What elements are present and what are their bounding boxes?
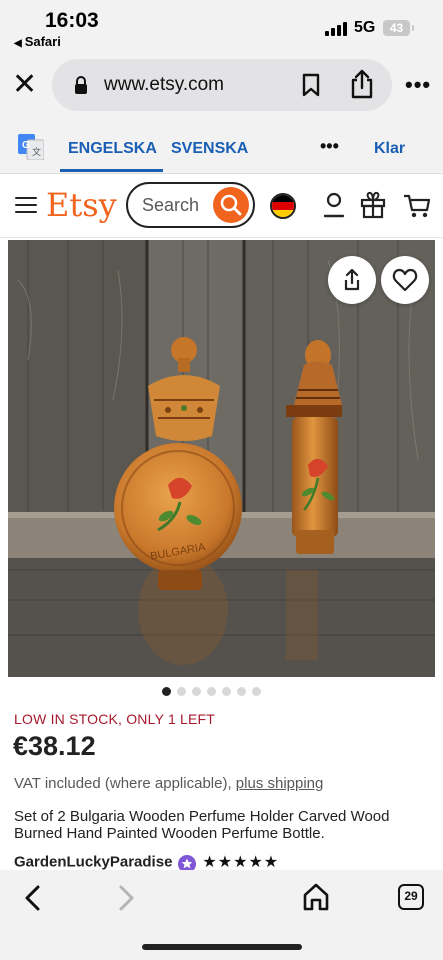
url-text: www.etsy.com [104,74,225,95]
cart-icon[interactable] [403,193,431,219]
network-type: 5G [354,19,376,36]
translate-bar: G 文 ENGELSKA SVENSKA ••• Klar [0,118,443,174]
share-icon[interactable] [349,69,375,99]
image-carousel-dots [162,687,267,697]
product-price: €38.12 [13,731,96,761]
search-placeholder: Search [142,195,200,215]
active-language-underline [60,169,163,172]
user-icon[interactable] [323,192,345,218]
svg-text:文: 文 [32,146,41,157]
favorite-button[interactable] [381,256,429,304]
browser-address-row: ✕ www.etsy.com ••• [0,54,443,118]
translate-target-language[interactable]: SVENSKA [171,140,248,158]
product-title: Set of 2 Bulgaria Wooden Perfume Holder … [14,808,390,842]
search-icon [220,194,242,216]
back-to-app-link[interactable]: ◀ Safari [14,34,61,49]
etsy-header: Etsy Search [0,174,443,238]
close-icon[interactable]: ✕ [12,70,37,100]
product-photo[interactable]: BULGARIA [8,240,435,677]
back-triangle-icon: ◀ [14,38,22,49]
search-input[interactable]: Search [126,182,255,228]
back-arrow-icon[interactable] [22,884,42,912]
share-icon [344,268,360,291]
translate-more-icon[interactable]: ••• [320,136,339,157]
shop-name-link[interactable]: GardenLuckyParadise [14,854,172,871]
germany-flag-icon[interactable] [270,193,296,219]
carousel-dot[interactable] [252,687,261,696]
bookmark-icon[interactable] [302,73,320,97]
more-options-icon[interactable]: ••• [405,72,431,98]
gift-icon[interactable] [360,191,386,219]
forward-arrow-icon[interactable] [117,884,137,912]
back-app-label: Safari [24,34,61,49]
etsy-logo[interactable]: Etsy [46,186,117,224]
rating-stars[interactable]: ★★★★★ [202,852,279,872]
share-image-button[interactable] [328,256,376,304]
hamburger-menu-icon[interactable] [15,197,37,215]
status-bar: 16:03 ◀ Safari 5G 43 [0,0,443,54]
carousel-dot[interactable] [237,687,246,696]
clock: 16:03 [45,9,99,32]
google-translate-icon: G 文 [18,134,44,160]
heart-icon [392,268,418,292]
stock-notice: LOW IN STOCK, ONLY 1 LEFT [14,711,216,727]
translate-done-button[interactable]: Klar [374,140,405,158]
search-button[interactable] [213,187,249,223]
lock-icon [75,76,87,94]
vat-info: VAT included (where applicable), plus sh… [14,775,323,792]
tabs-button[interactable]: 29 [398,884,424,910]
carousel-dot[interactable] [192,687,201,696]
url-bar[interactable]: www.etsy.com [52,59,392,111]
battery-icon: 43 [383,20,414,36]
vat-text: VAT included (where applicable), [14,775,232,792]
carousel-dot[interactable] [222,687,231,696]
home-indicator [142,944,302,950]
browser-bottom-toolbar: 29 [0,870,443,960]
translate-source-language[interactable]: ENGELSKA [68,140,157,158]
carousel-dot[interactable] [207,687,216,696]
shop-row: GardenLuckyParadise ★★★★★ [14,852,279,873]
perfume-bottles-image: BULGARIA [8,240,435,677]
signal-icon [325,22,347,36]
carousel-dot[interactable] [162,687,171,696]
plus-shipping-link[interactable]: plus shipping [236,775,324,792]
carousel-dot[interactable] [177,687,186,696]
home-icon[interactable] [302,882,330,912]
svg-text:G: G [22,140,30,151]
